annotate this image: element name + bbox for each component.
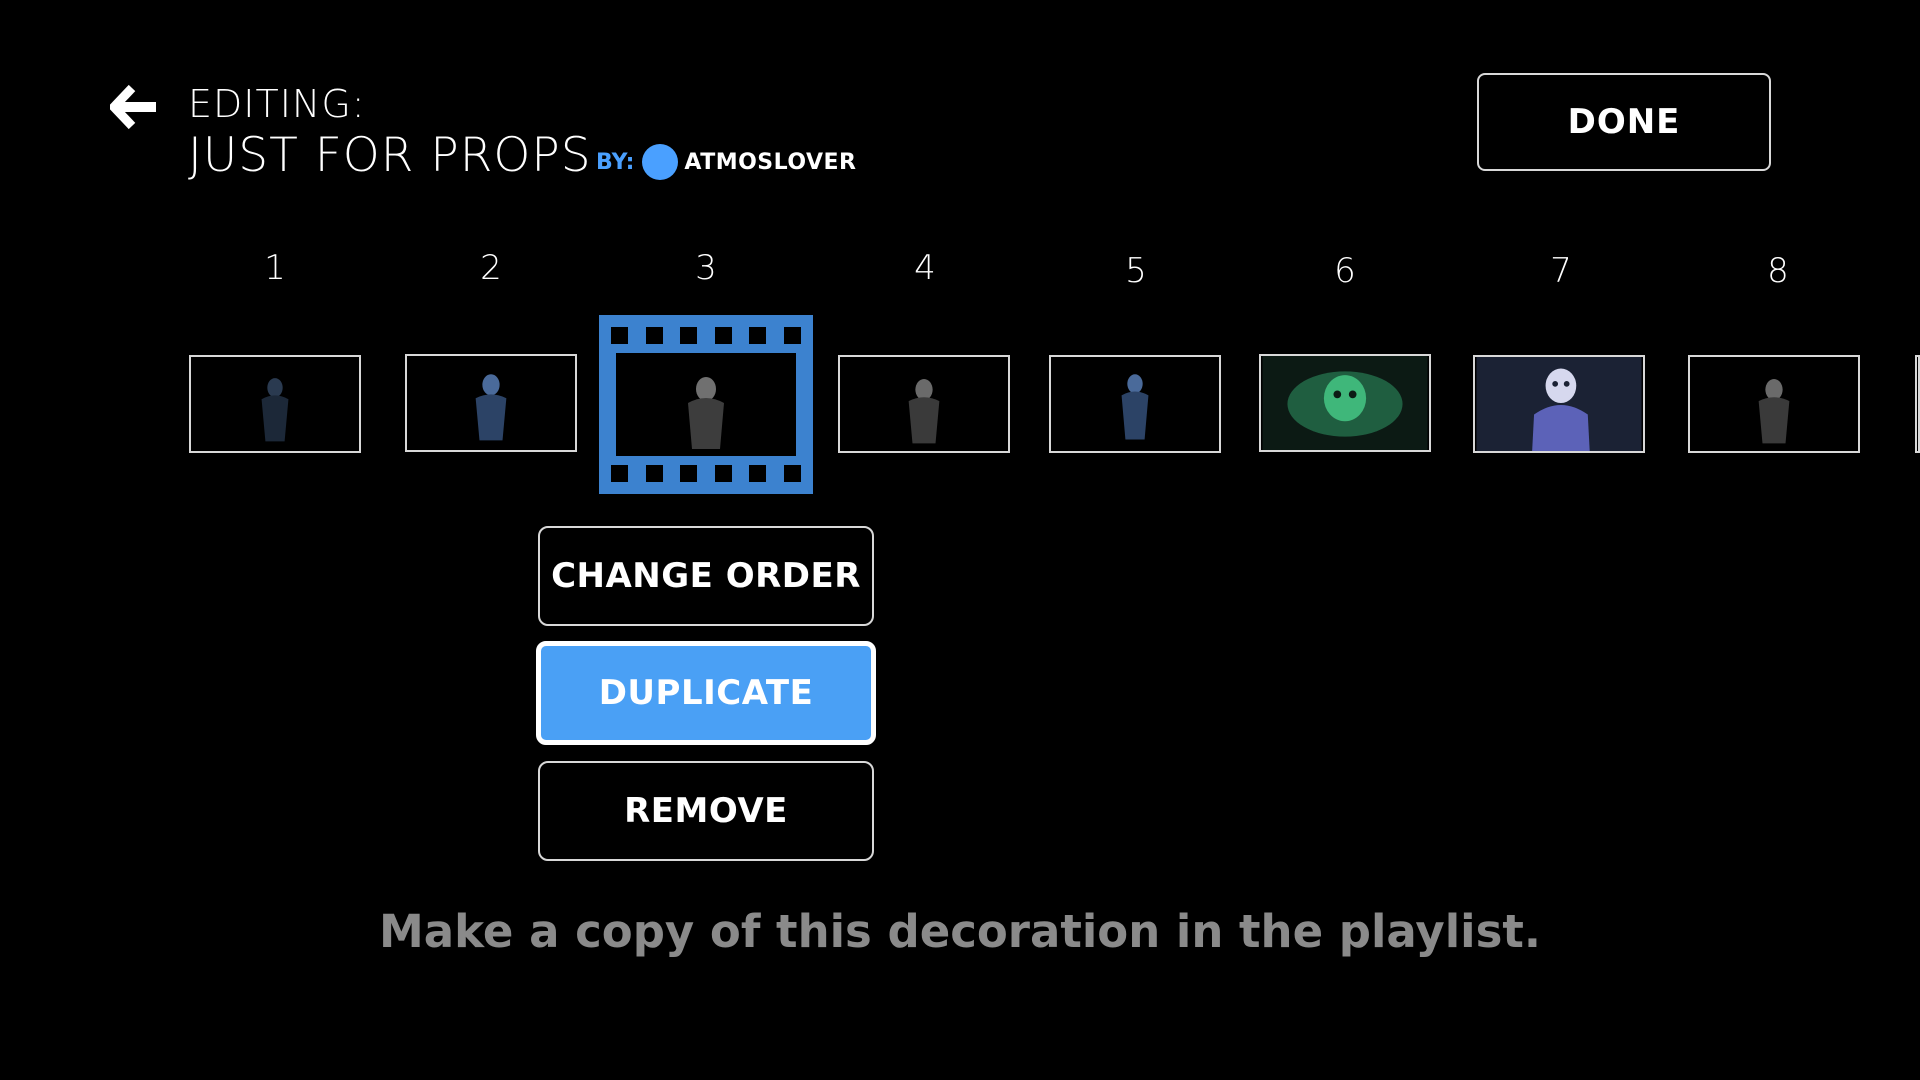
author-name: ATMOSLOVER — [684, 149, 857, 175]
film-hole — [714, 465, 732, 482]
decoration-thumbnail-7[interactable] — [1473, 355, 1645, 453]
selected-thumbnail — [616, 353, 796, 456]
film-hole — [749, 465, 767, 482]
film-hole — [783, 465, 801, 482]
slot-number: 7 — [1550, 251, 1572, 291]
duplicate-button[interactable]: DUPLICATE — [536, 641, 876, 745]
by-label: BY: — [596, 149, 635, 175]
back-arrow-icon[interactable] — [107, 82, 160, 132]
film-hole — [714, 327, 732, 344]
film-hole — [680, 327, 698, 344]
selected-decoration-film-strip-icon[interactable] — [599, 315, 813, 494]
film-hole — [749, 327, 767, 344]
decoration-thumbnail-5[interactable] — [1049, 355, 1221, 453]
remove-button[interactable]: REMOVE — [538, 761, 874, 861]
decoration-thumbnail-1[interactable] — [189, 355, 361, 453]
slot-number: 3 — [695, 248, 717, 288]
decoration-thumbnail-8[interactable] — [1688, 355, 1860, 453]
film-hole — [645, 465, 663, 482]
film-hole — [783, 327, 801, 344]
slot-number: 1 — [264, 248, 286, 288]
film-hole — [611, 327, 628, 344]
playlist-title: JUST FOR PROPS — [188, 128, 592, 183]
slot-number: 6 — [1334, 251, 1356, 291]
film-hole — [645, 327, 663, 344]
editing-label: EDITING: — [188, 82, 366, 126]
slot-number: 4 — [914, 248, 936, 288]
avatar — [642, 144, 679, 180]
decoration-thumbnail-2[interactable] — [405, 354, 577, 452]
slot-number: 8 — [1767, 251, 1789, 291]
slot-number: 5 — [1125, 251, 1147, 291]
decoration-thumbnail-6[interactable] — [1259, 354, 1431, 452]
film-hole — [680, 465, 698, 482]
change-order-button[interactable]: CHANGE ORDER — [538, 526, 874, 626]
done-button[interactable]: DONE — [1477, 73, 1771, 171]
decoration-thumbnail-9-partial[interactable] — [1915, 355, 1920, 453]
decoration-thumbnail-4[interactable] — [838, 355, 1010, 453]
slot-number: 2 — [480, 248, 502, 288]
action-hint: Make a copy of this decoration in the pl… — [379, 905, 1541, 958]
film-hole — [611, 465, 628, 482]
byline: BY: ATMOSLOVER — [596, 142, 857, 182]
